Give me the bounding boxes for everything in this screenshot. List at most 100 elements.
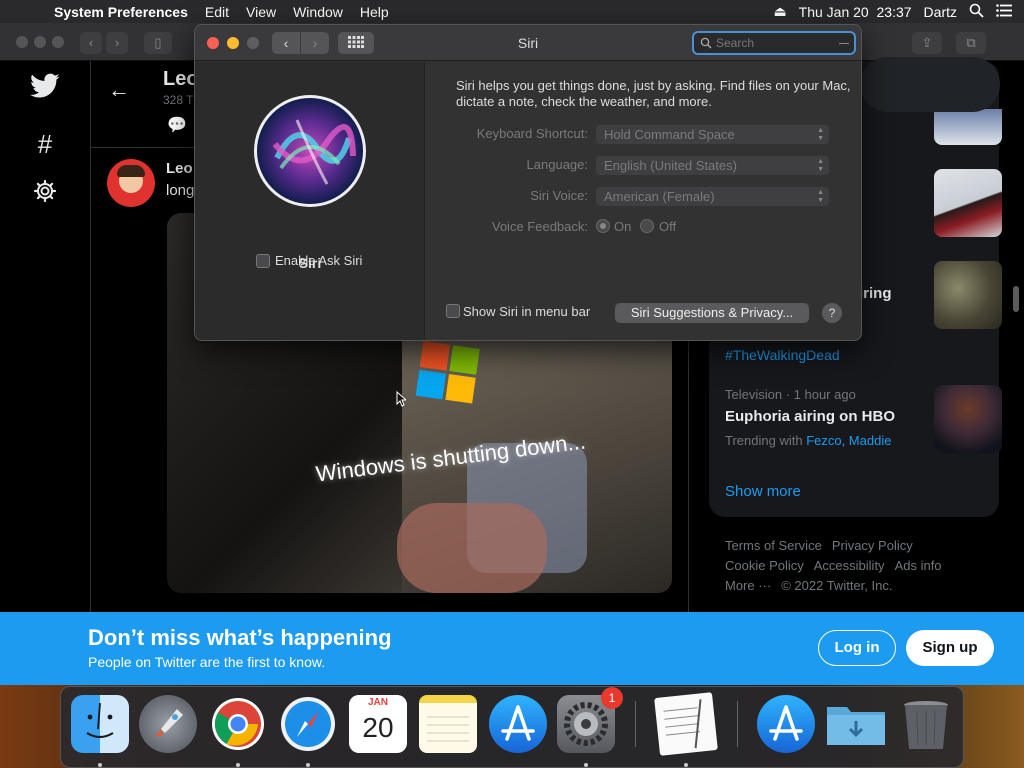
voice-feedback-off-radio[interactable] [640, 219, 654, 233]
forward-button[interactable]: › [301, 32, 329, 54]
banner-headline: Don’t miss what’s happening [88, 625, 392, 650]
sidebar-toggle-icon[interactable]: ▯ [144, 32, 172, 54]
mouse-cursor-icon [396, 391, 406, 407]
app-store-2-icon[interactable] [757, 695, 815, 753]
voice-feedback-on-label[interactable]: On [614, 219, 631, 234]
browser-forward-button[interactable]: › [106, 32, 128, 54]
enable-ask-siri-checkbox[interactable] [256, 254, 270, 268]
calendar-icon[interactable]: JAN 20 [349, 695, 407, 753]
siri-suggestions-privacy-button[interactable]: Siri Suggestions & Privacy... [615, 303, 809, 323]
popup-arrows-icon: ▲ ▼ [817, 127, 824, 142]
footer-link-more[interactable]: More ··· [725, 578, 771, 593]
siri-titlebar: Siri ‹ › Search [195, 25, 861, 61]
settings-gear-icon[interactable] [28, 177, 62, 211]
downloads-folder-icon[interactable] [825, 695, 885, 753]
chrome-icon[interactable] [209, 695, 267, 753]
show-more-link[interactable]: Show more [725, 483, 801, 500]
safari-running-dot [306, 763, 310, 767]
system-preferences-icon[interactable]: 1 [557, 687, 623, 753]
desktop: System Preferences Edit View Window Help… [0, 0, 1024, 768]
notes-icon[interactable] [419, 695, 477, 753]
finder-running-dot [98, 763, 102, 767]
calendar-day: 20 [362, 712, 394, 743]
dock: JAN 20 1 [60, 686, 964, 768]
help-button[interactable]: ? [822, 303, 842, 323]
keyboard-shortcut-popup[interactable]: Hold Command Space ▲ ▼ [596, 125, 829, 144]
footer-copyright: © 2022 Twitter, Inc. [781, 578, 893, 593]
trend-thumbnail-euphoria [934, 385, 1002, 453]
trend-title[interactable]: Euphoria airing on HBO [725, 408, 895, 425]
menu-help[interactable]: Help [360, 4, 389, 20]
eject-icon[interactable]: ⏏ [773, 3, 786, 20]
app-store-icon[interactable] [489, 695, 547, 753]
menu-app-name[interactable]: System Preferences [54, 4, 188, 20]
launchpad-icon[interactable] [139, 695, 197, 753]
siri-voice-popup[interactable]: American (Female) ▲ ▼ [596, 187, 829, 206]
tabs-overview-icon[interactable]: ⧉ [956, 32, 986, 54]
menu-clock[interactable]: Thu Jan 20 23:37 [799, 4, 912, 20]
footer-links: Terms of Service Privacy Policy Cookie Po… [725, 536, 985, 596]
calendar-month: JAN [349, 695, 407, 711]
notification-center-icon[interactable] [996, 3, 1012, 20]
avatar[interactable] [107, 159, 155, 207]
reply-icon[interactable]: 💬 [167, 115, 187, 135]
menu-view[interactable]: View [246, 4, 276, 20]
menu-window[interactable]: Window [293, 4, 343, 20]
trend-thumbnail-hockey-2 [934, 169, 1002, 237]
back-arrow-icon[interactable]: ← [108, 77, 130, 103]
preferences-search-field[interactable]: Search [692, 31, 856, 55]
footer-link-terms[interactable]: Terms of Service [725, 538, 822, 553]
browser-minimize-button[interactable] [34, 36, 46, 48]
footer-link-cookie[interactable]: Cookie Policy [725, 558, 804, 573]
show-all-grid-icon[interactable] [338, 32, 374, 54]
finder-icon[interactable] [71, 695, 129, 753]
enable-ask-siri-label[interactable]: Enable Ask Siri [275, 253, 362, 268]
notification-badge: 1 [601, 687, 623, 709]
signup-button[interactable]: Sign up [906, 630, 994, 666]
twitter-search-bar[interactable] [860, 57, 1000, 112]
spotlight-icon[interactable] [969, 3, 984, 21]
menu-edit[interactable]: Edit [205, 4, 229, 20]
show-siri-menu-bar-checkbox[interactable] [446, 304, 460, 318]
menu-user[interactable]: Dartz [924, 4, 957, 20]
popup-arrows-icon: ▲ ▼ [817, 189, 824, 204]
trend-title-partial[interactable]: iring [859, 285, 892, 302]
voice-feedback-off-label[interactable]: Off [659, 219, 676, 234]
search-placeholder: Search [716, 36, 755, 50]
tweet-text: long [166, 182, 195, 199]
trash-icon[interactable] [897, 695, 955, 753]
scrollbar[interactable] [1013, 286, 1019, 312]
popup-arrows-icon: ▲ ▼ [817, 158, 824, 173]
keyboard-shortcut-label: Keyboard Shortcut: [476, 126, 588, 141]
trend-hashtag-link[interactable]: #TheWalkingDead [725, 347, 840, 363]
browser-close-button[interactable] [16, 36, 28, 48]
siri-settings-pane: Siri helps you get things done, just by … [426, 62, 861, 340]
trend-with-links[interactable]: Fezco, Maddie [806, 433, 891, 448]
browser-zoom-button[interactable] [52, 36, 64, 48]
footer-link-ads[interactable]: Ads info [895, 558, 942, 573]
search-clear-icon[interactable] [839, 43, 849, 44]
footer-link-accessibility[interactable]: Accessibility [814, 558, 885, 573]
share-icon[interactable]: ⇪ [912, 32, 942, 54]
trend-thumbnail-walking-dead [934, 261, 1002, 329]
back-button[interactable]: ‹ [272, 32, 300, 54]
safari-icon[interactable] [279, 695, 337, 753]
twitter-logo-icon[interactable] [28, 73, 62, 107]
close-button[interactable] [207, 37, 219, 49]
footer-link-privacy[interactable]: Privacy Policy [832, 538, 913, 553]
voice-feedback-on-radio[interactable] [596, 219, 610, 233]
textedit-icon[interactable] [654, 692, 718, 756]
tweet-author[interactable]: Leo [166, 160, 193, 177]
login-button[interactable]: Log in [818, 630, 896, 666]
voice-feedback-label: Voice Feedback: [491, 219, 588, 234]
zoom-button[interactable] [247, 37, 259, 49]
explore-hashtag-icon[interactable]: # [28, 127, 62, 161]
minimize-button[interactable] [227, 37, 239, 49]
browser-back-button[interactable]: ‹ [80, 32, 102, 54]
banner-subline: People on Twitter are the first to know. [88, 654, 326, 670]
siri-description: Siri helps you get things done, just by … [456, 78, 851, 109]
profile-tweet-count: 328 T [163, 93, 194, 107]
show-siri-menu-bar-label[interactable]: Show Siri in menu bar [463, 304, 590, 319]
language-popup[interactable]: English (United States) ▲ ▼ [596, 156, 829, 175]
siri-left-pane: Siri Enable Ask Siri [195, 62, 425, 340]
